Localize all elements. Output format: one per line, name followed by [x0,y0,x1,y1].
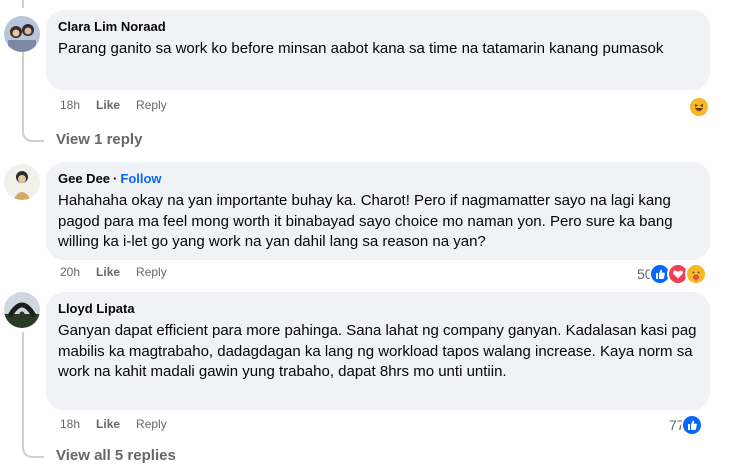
comment-bubble: Lloyd Lipata Ganyan dapat efficient para… [46,292,710,410]
comment-text: Parang ganito sa work ko before minsan a… [58,40,664,57]
avatar[interactable] [4,292,40,328]
thread-elbow [22,430,44,458]
reaction-summary[interactable] [686,96,710,118]
comment-actions: 20h Like Reply [60,265,167,279]
comment-author-row: Gee Dee · Follow [58,170,698,187]
like-button[interactable]: Like [96,417,120,431]
comment-text: Ganyan dapat efficient para more pahinga… [58,322,697,380]
comment-bubble: Gee Dee · Follow Hahahaha okay na yan im… [46,162,710,260]
comment-timestamp[interactable]: 20h [60,265,80,279]
like-button[interactable]: Like [96,265,120,279]
haha-icon [688,96,710,118]
view-replies-link[interactable]: View 1 reply [56,131,142,148]
comment-bubble: Clara Lim Noraad Parang ganito sa work k… [46,10,710,90]
follow-button[interactable]: Follow [120,170,161,187]
thread-line [22,0,24,8]
thread-line [22,52,24,122]
reaction-summary[interactable]: 77 [669,414,703,436]
avatar[interactable] [4,16,40,52]
comment-author[interactable]: Gee Dee [58,170,110,187]
like-button[interactable]: Like [96,98,120,112]
reply-button[interactable]: Reply [136,417,167,431]
comment-author[interactable]: Lloyd Lipata [58,300,698,317]
avatar[interactable] [4,164,40,200]
thread-line [22,332,24,432]
comment-timestamp[interactable]: 18h [60,417,80,431]
comment-actions: 18h Like Reply [60,417,167,431]
like-icon [680,414,703,436]
comment-author[interactable]: Clara Lim Noraad [58,18,698,35]
comment-actions: 18h Like Reply [60,98,167,112]
reaction-summary[interactable]: 50 [637,263,707,285]
reply-button[interactable]: Reply [136,265,167,279]
separator-dot: · [113,171,118,186]
thread-elbow [22,118,44,142]
comment-timestamp[interactable]: 18h [60,98,80,112]
comment-text: Hahahaha okay na yan importante buhay ka… [58,192,673,250]
care-icon [684,263,707,285]
reply-button[interactable]: Reply [136,98,167,112]
view-replies-link[interactable]: View all 5 replies [56,447,176,464]
